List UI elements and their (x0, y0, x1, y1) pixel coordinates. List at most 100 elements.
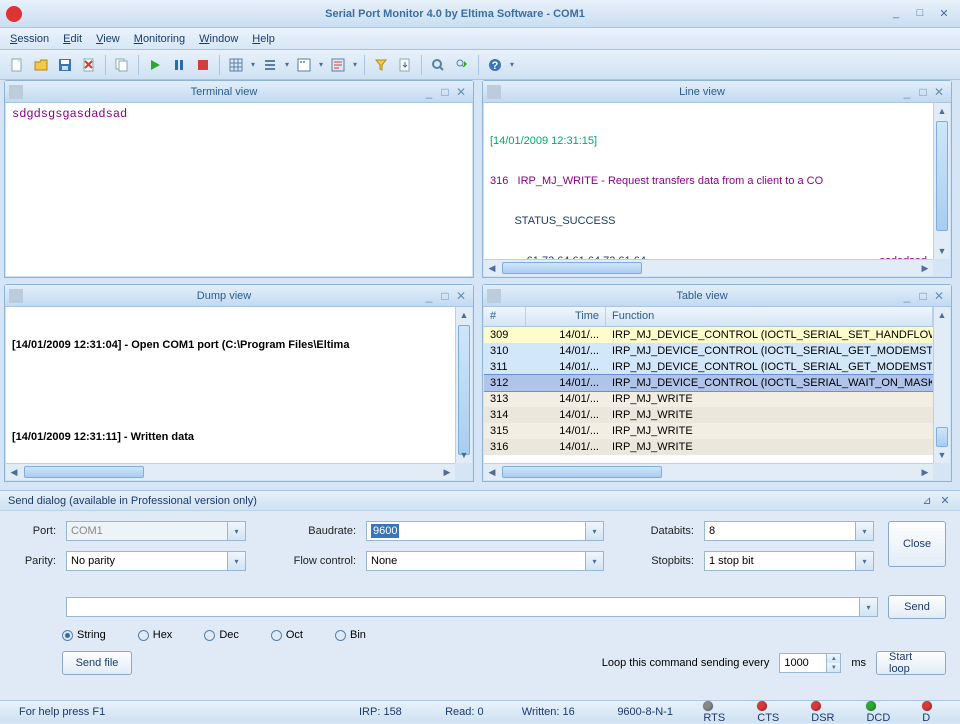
close-window-button[interactable]: ✕ (934, 7, 954, 21)
table-vscroll[interactable]: ▲▼ (933, 307, 950, 463)
radio-string[interactable]: String (62, 629, 106, 641)
terminal-minimize[interactable]: _ (421, 85, 437, 99)
table-row[interactable]: 31314/01/...IRP_MJ_WRITE (484, 391, 933, 407)
dump-maximize[interactable]: □ (437, 289, 453, 303)
filter-icon[interactable] (370, 54, 392, 76)
send-file-button[interactable]: Send file (62, 651, 132, 675)
send-pin-icon[interactable]: ⊿ (920, 494, 934, 507)
menu-edit[interactable]: Edit (63, 33, 82, 45)
send-command-input[interactable]: ▾ (66, 597, 878, 617)
terminal-view-dropdown[interactable]: ▾ (317, 60, 325, 69)
maximize-button[interactable]: □ (910, 7, 930, 21)
loop-interval-spinner[interactable]: 1000▲▼ (779, 653, 841, 673)
dump-view-dropdown[interactable]: ▾ (351, 60, 359, 69)
line-vscroll[interactable]: ▲▼ (933, 103, 950, 259)
line-minimize[interactable]: _ (899, 85, 915, 99)
close-button[interactable]: Close (888, 521, 946, 567)
dump-view-icon[interactable] (327, 54, 349, 76)
table-header[interactable]: # Time Function (484, 307, 933, 327)
play-icon[interactable] (144, 54, 166, 76)
parity-combo[interactable]: No parity▾ (66, 551, 246, 571)
table-row[interactable]: 31514/01/...IRP_MJ_WRITE (484, 423, 933, 439)
status-bar: For help press F1 IRP: 158 Read: 0 Writt… (0, 700, 960, 722)
table-row[interactable]: 30914/01/...IRP_MJ_DEVICE_CONTROL (IOCTL… (484, 327, 933, 343)
title-bar: Serial Port Monitor 4.0 by Eltima Softwa… (0, 0, 960, 28)
col-func[interactable]: Function (606, 307, 933, 326)
line-title: Line view (505, 86, 899, 98)
baud-label: Baudrate: (256, 525, 356, 537)
start-loop-button[interactable]: Start loop (876, 651, 946, 675)
table-minimize[interactable]: _ (899, 289, 915, 303)
line-close[interactable]: ✕ (931, 85, 947, 99)
minimize-button[interactable]: _ (886, 7, 906, 21)
dump-icon (9, 289, 23, 303)
send-button[interactable]: Send (888, 595, 946, 619)
new-icon[interactable] (6, 54, 28, 76)
menu-help[interactable]: Help (252, 33, 275, 45)
line-maximize[interactable]: □ (915, 85, 931, 99)
table-row[interactable]: 31214/01/...IRP_MJ_DEVICE_CONTROL (IOCTL… (484, 375, 933, 391)
radio-bin[interactable]: Bin (335, 629, 366, 641)
databits-combo[interactable]: 8▾ (704, 521, 874, 541)
copy-icon[interactable] (111, 54, 133, 76)
table-row[interactable]: 31414/01/...IRP_MJ_WRITE (484, 407, 933, 423)
col-num[interactable]: # (484, 307, 526, 326)
line-timestamp: [14/01/2009 12:31:15] (490, 135, 927, 147)
table-row[interactable]: 31014/01/...IRP_MJ_DEVICE_CONTROL (IOCTL… (484, 343, 933, 359)
list-view-icon[interactable] (259, 54, 281, 76)
baud-combo[interactable]: 9600▾ (366, 521, 604, 541)
status-read: Read: 0 (434, 706, 511, 718)
menu-session[interactable]: Session (10, 33, 49, 45)
save-icon[interactable] (54, 54, 76, 76)
led-dsr: DSR (800, 700, 855, 724)
menu-window[interactable]: Window (199, 33, 238, 45)
radio-dec[interactable]: Dec (204, 629, 239, 641)
help-dropdown[interactable]: ▾ (508, 60, 516, 69)
led-cts: CTS (746, 700, 800, 724)
send-dialog-title: Send dialog (available in Professional v… (8, 495, 257, 507)
line-hscroll[interactable]: ◀▶ (484, 259, 933, 276)
find-next-icon[interactable] (451, 54, 473, 76)
table-hscroll[interactable]: ◀▶ (484, 463, 933, 480)
col-time[interactable]: Time (526, 307, 606, 326)
send-close-icon[interactable]: ✕ (938, 494, 952, 507)
terminal-close[interactable]: ✕ (453, 85, 469, 99)
dump-close[interactable]: ✕ (453, 289, 469, 303)
port-combo[interactable]: COM1▾ (66, 521, 246, 541)
table-body[interactable]: 30914/01/...IRP_MJ_DEVICE_CONTROL (IOCTL… (484, 327, 933, 455)
status-written: Written: 16 (511, 706, 607, 718)
list-view-dropdown[interactable]: ▾ (283, 60, 291, 69)
find-icon[interactable] (427, 54, 449, 76)
line-irp: 316 IRP_MJ_WRITE - Request transfers dat… (490, 175, 927, 187)
terminal-view-icon[interactable] (293, 54, 315, 76)
radio-hex[interactable]: Hex (138, 629, 173, 641)
table-row[interactable]: 31614/01/...IRP_MJ_WRITE (484, 439, 933, 455)
status-irp: IRP: 158 (348, 706, 434, 718)
table-icon (487, 289, 501, 303)
terminal-maximize[interactable]: □ (437, 85, 453, 99)
grid-view-icon[interactable] (225, 54, 247, 76)
open-icon[interactable] (30, 54, 52, 76)
help-icon[interactable]: ? (484, 54, 506, 76)
table-maximize[interactable]: □ (915, 289, 931, 303)
dump-hscroll[interactable]: ◀▶ (6, 463, 455, 480)
stop-icon[interactable] (192, 54, 214, 76)
flow-combo[interactable]: None▾ (366, 551, 604, 571)
menu-view[interactable]: View (96, 33, 120, 45)
menu-monitoring[interactable]: Monitoring (134, 33, 185, 45)
dump-window: Dump view _ □ ✕ [14/01/2009 12:31:04] - … (4, 284, 474, 482)
table-close[interactable]: ✕ (931, 289, 947, 303)
dump-vscroll[interactable]: ▲▼ (455, 307, 472, 463)
stopbits-combo[interactable]: 1 stop bit▾ (704, 551, 874, 571)
table-row[interactable]: 31114/01/...IRP_MJ_DEVICE_CONTROL (IOCTL… (484, 359, 933, 375)
dump-minimize[interactable]: _ (421, 289, 437, 303)
terminal-window: Terminal view _ □ ✕ sdgdsgsgasdadsad (4, 80, 474, 278)
export-icon[interactable] (394, 54, 416, 76)
pause-icon[interactable] (168, 54, 190, 76)
line-status: STATUS_SUCCESS (490, 215, 927, 227)
grid-view-dropdown[interactable]: ▾ (249, 60, 257, 69)
delete-icon[interactable] (78, 54, 100, 76)
line-icon (487, 85, 501, 99)
radio-oct[interactable]: Oct (271, 629, 303, 641)
terminal-icon (9, 85, 23, 99)
